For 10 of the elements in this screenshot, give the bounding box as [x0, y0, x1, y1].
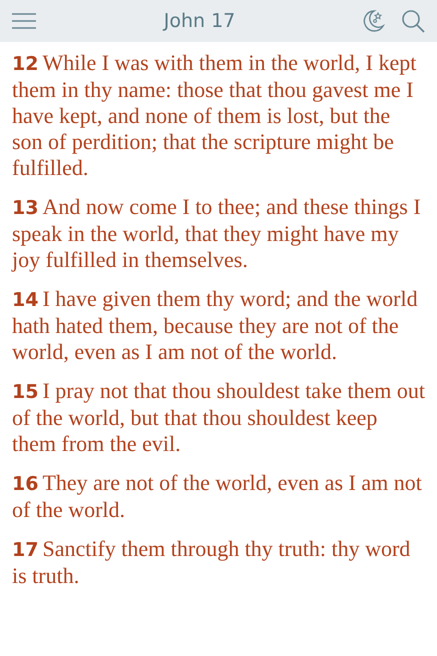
verse-text: 17 Sanctify them through thy truth: thy word is truth. [11, 536, 412, 589]
verse-text: 12 While I was with them in the world, I kept them in thy name: those that thou gavest me I have kept, and none of them is lost, but the son of perdition; that the scripture might be fulfilled. [11, 50, 418, 181]
moon-icon[interactable] [361, 9, 385, 33]
verse-text: 14 I have given them thy word; and the world hath hated them, because they are not of the world, even as I am not of the world. [11, 286, 419, 365]
menu-icon[interactable] [12, 13, 38, 29]
search-icon[interactable] [401, 9, 425, 33]
chapter-title: John 17 [164, 10, 236, 32]
verse-text: 13 And now come I to thee; and these things I speak in the world, that they might have my joy fulfilled in themselves. [10, 194, 422, 273]
verse-text: 15 I pray not that thou shouldest take them out of the world, but that thou shouldest keep them from the evil. [11, 378, 426, 457]
verse-text: 16 They are not of the world, even as I am not of the world. [11, 470, 423, 523]
